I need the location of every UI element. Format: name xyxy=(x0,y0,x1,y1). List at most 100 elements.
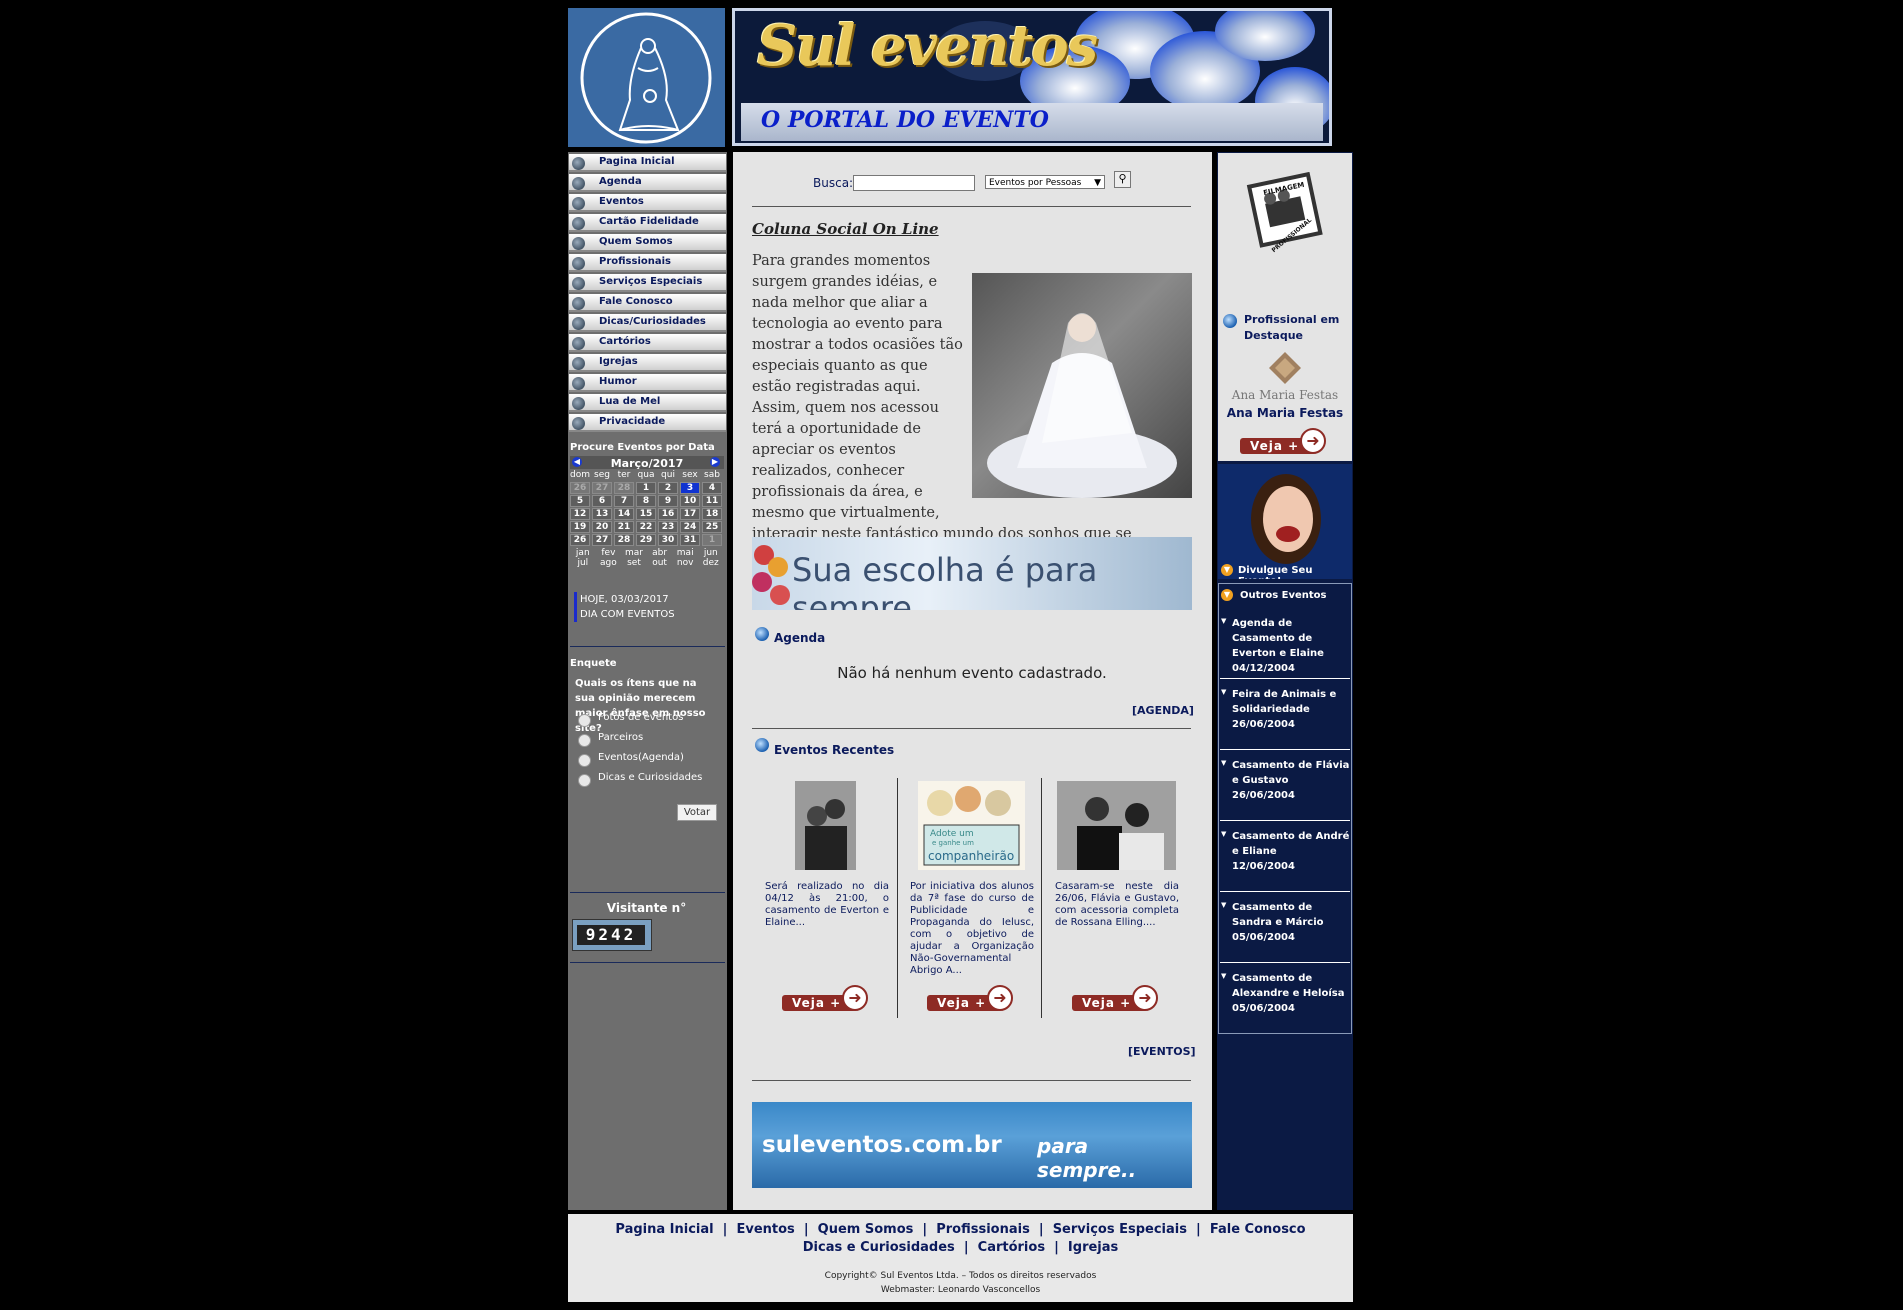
calendar-day[interactable]: 8 xyxy=(636,495,656,507)
footer-link[interactable]: Serviços Especiais xyxy=(1053,1222,1187,1237)
other-event-item[interactable]: Casamento de André e Eliane 12/06/2004 xyxy=(1232,829,1352,874)
poll-option-radio[interactable] xyxy=(578,714,591,727)
menu-item-dicas-curiosidades[interactable]: Dicas/Curiosidades xyxy=(569,314,726,332)
calendar-day[interactable]: 21 xyxy=(614,521,634,533)
menu-item-eventos[interactable]: Eventos xyxy=(569,194,726,212)
promo-banner[interactable]: Sua escolha é para sempre. xyxy=(752,537,1192,610)
calendar-day[interactable]: 14 xyxy=(614,508,634,520)
calendar-day[interactable]: 4 xyxy=(702,482,722,494)
footer-link[interactable]: Cartórios xyxy=(978,1240,1045,1255)
calendar-day[interactable]: 28 xyxy=(614,482,634,494)
calendar-day[interactable]: 22 xyxy=(636,521,656,533)
calendar-day[interactable]: 28 xyxy=(614,534,634,546)
calendar-day[interactable]: 5 xyxy=(570,495,590,507)
calendar-day[interactable]: 1 xyxy=(636,482,656,494)
next-month-icon[interactable]: ▶ xyxy=(710,457,720,467)
calendar-day[interactable]: 20 xyxy=(592,521,612,533)
event-thumbnail[interactable] xyxy=(1057,781,1176,870)
menu-item-cartão-fidelidade[interactable]: Cartão Fidelidade xyxy=(569,214,726,232)
calendar-day[interactable]: 6 xyxy=(592,495,612,507)
other-event-item[interactable]: Casamento de Flávia e Gustavo 26/06/2004 xyxy=(1232,758,1352,803)
menu-item-igrejas[interactable]: Igrejas xyxy=(569,354,726,372)
menu-item-serviços-especiais[interactable]: Serviços Especiais xyxy=(569,274,726,292)
menu-item-privacidade[interactable]: Privacidade xyxy=(569,414,726,432)
calendar-day[interactable]: 16 xyxy=(658,508,678,520)
calendar-day[interactable]: 2 xyxy=(658,482,678,494)
event-thumbnail[interactable] xyxy=(795,781,856,870)
footer-link[interactable]: Igrejas xyxy=(1068,1240,1118,1255)
calendar-month-link[interactable]: nov xyxy=(672,558,698,569)
divulgue-banner[interactable]: ▼ Divulgue Seu Evento! xyxy=(1218,464,1352,579)
menu-item-label: Eventos xyxy=(599,196,644,207)
poll-option-radio[interactable] xyxy=(578,774,591,787)
calendar-day[interactable]: 17 xyxy=(680,508,700,520)
footer-links-row1: Pagina Inicial | Eventos | Quem Somos | … xyxy=(568,1218,1353,1237)
events-link[interactable]: [EVENTOS] xyxy=(1128,1045,1196,1058)
calendar-day[interactable]: 12 xyxy=(570,508,590,520)
calendar-day[interactable]: 1 xyxy=(702,534,722,546)
calendar-day[interactable]: 30 xyxy=(658,534,678,546)
arrow-right-icon: ➜ xyxy=(1300,428,1326,454)
calendar-day[interactable]: 24 xyxy=(680,521,700,533)
calendar-month-link[interactable]: jul xyxy=(570,558,596,569)
calendar-day[interactable]: 9 xyxy=(658,495,678,507)
calendar-day[interactable]: 31 xyxy=(680,534,700,546)
menu-item-agenda[interactable]: Agenda xyxy=(569,174,726,192)
other-event-item[interactable]: Casamento de Alexandre e Heloísa 05/06/20… xyxy=(1232,971,1352,1016)
poll-option-radio[interactable] xyxy=(578,734,591,747)
calendar-day[interactable]: 19 xyxy=(570,521,590,533)
calendar-month-link[interactable]: set xyxy=(621,558,647,569)
calendar-day[interactable]: 23 xyxy=(658,521,678,533)
calendar-day[interactable]: 7 xyxy=(614,495,634,507)
bottom-banner[interactable]: suleventos.com.br para sempre.. xyxy=(752,1102,1192,1188)
calendar-day[interactable]: 15 xyxy=(636,508,656,520)
agenda-link[interactable]: [AGENDA] xyxy=(1132,704,1194,717)
calendar-day[interactable]: 27 xyxy=(592,534,612,546)
calendar-day[interactable]: 26 xyxy=(570,534,590,546)
other-event-item[interactable]: Feira de Animais e Solidariedade 26/06/20… xyxy=(1232,687,1352,732)
other-event-item[interactable]: Casamento de Sandra e Márcio 05/06/2004 xyxy=(1232,900,1352,945)
professional-name[interactable]: Ana Maria Festas xyxy=(1225,406,1345,420)
event-more-button[interactable]: Veja + ➜ xyxy=(927,985,1017,1011)
event-thumbnail[interactable]: Adote um e ganhe um companheirão xyxy=(918,781,1025,870)
search-icon[interactable]: ⚲ xyxy=(1114,171,1131,188)
menu-bullet-icon xyxy=(572,217,585,230)
calendar-month-link[interactable]: ago xyxy=(596,558,622,569)
calendar-day[interactable]: 26 xyxy=(570,482,590,494)
footer-link[interactable]: Profissionais xyxy=(936,1222,1030,1237)
professional-more-button[interactable]: Veja + ➜ xyxy=(1240,428,1330,454)
menu-item-profissionais[interactable]: Profissionais xyxy=(569,254,726,272)
menu-item-fale-conosco[interactable]: Fale Conosco xyxy=(569,294,726,312)
footer-link[interactable]: Eventos xyxy=(736,1222,794,1237)
menu-item-cartórios[interactable]: Cartórios xyxy=(569,334,726,352)
calendar-day[interactable]: 25 xyxy=(702,521,722,533)
other-events-title: Outros Eventos xyxy=(1240,590,1327,601)
poll-option-label: Parceiros xyxy=(598,732,644,743)
calendar-day[interactable]: 10 xyxy=(680,495,700,507)
footer-link[interactable]: Fale Conosco xyxy=(1210,1222,1306,1237)
event-more-button[interactable]: Veja + ➜ xyxy=(782,985,872,1011)
other-event-item[interactable]: Agenda de Casamento de Everton e Elaine 0… xyxy=(1232,616,1352,676)
calendar-month-link[interactable]: dez xyxy=(698,558,724,569)
site-logo[interactable] xyxy=(568,8,725,147)
footer-link[interactable]: Dicas e Curiosidades xyxy=(803,1240,955,1255)
footer-link[interactable]: Quem Somos xyxy=(818,1222,914,1237)
search-category-select[interactable]: Eventos por Pessoas ▼ xyxy=(985,175,1105,189)
calendar-day[interactable]: 18 xyxy=(702,508,722,520)
poll-option-radio[interactable] xyxy=(578,754,591,767)
event-more-button[interactable]: Veja + ➜ xyxy=(1072,985,1162,1011)
calendar-day[interactable]: 13 xyxy=(592,508,612,520)
calendar-month-link[interactable]: out xyxy=(647,558,673,569)
calendar-day[interactable]: 11 xyxy=(702,495,722,507)
footer-link[interactable]: Pagina Inicial xyxy=(615,1222,713,1237)
calendar-day[interactable]: 29 xyxy=(636,534,656,546)
vote-button[interactable]: Votar xyxy=(677,804,717,821)
menu-item-quem-somos[interactable]: Quem Somos xyxy=(569,234,726,252)
menu-item-humor[interactable]: Humor xyxy=(569,374,726,392)
calendar-day[interactable]: 27 xyxy=(592,482,612,494)
menu-item-lua-de-mel[interactable]: Lua de Mel xyxy=(569,394,726,412)
search-input[interactable] xyxy=(853,175,975,191)
menu-item-pagina-inicial[interactable]: Pagina Inicial xyxy=(569,154,726,172)
other-event-title: Casamento de André e Eliane xyxy=(1232,831,1350,857)
calendar-day[interactable]: 3 xyxy=(680,482,700,494)
